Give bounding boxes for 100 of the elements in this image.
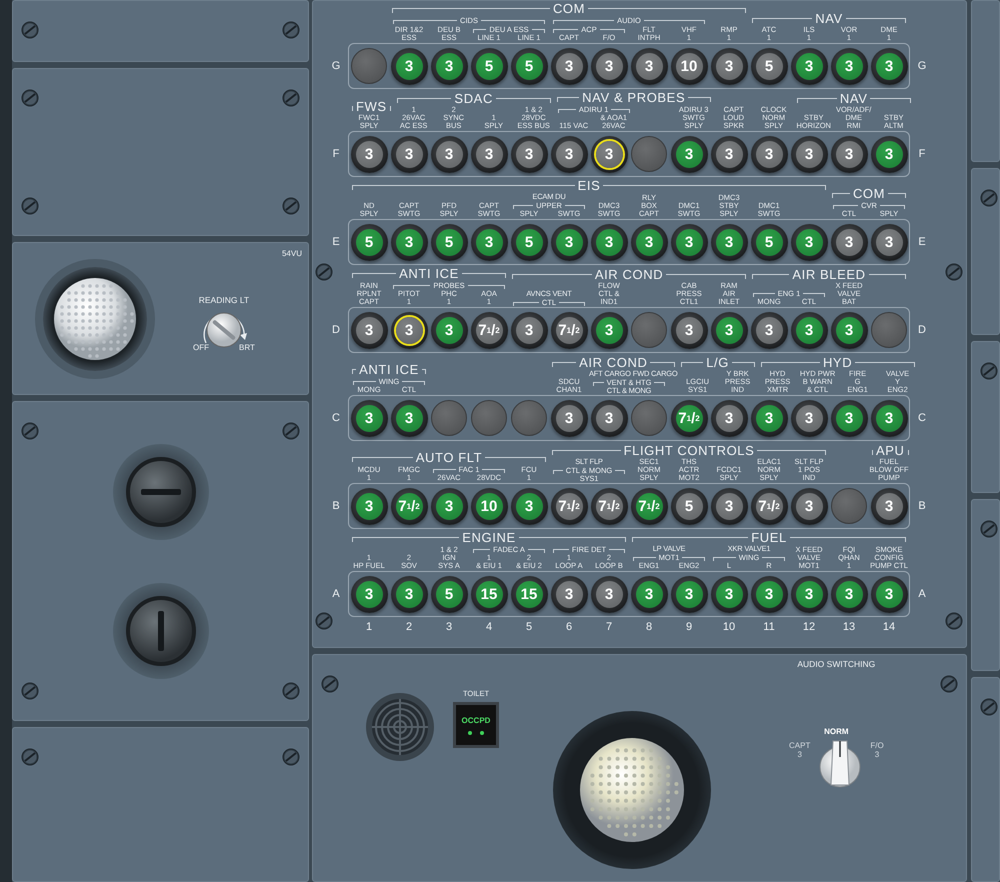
circuit-breaker[interactable]: 3 [750,400,788,436]
reading-light[interactable] [43,266,147,370]
circuit-breaker[interactable]: 3 [790,488,828,524]
circuit-breaker[interactable]: 3 [710,48,748,84]
row-letter: D [331,324,341,336]
circuit-breaker[interactable]: 3 [350,312,388,348]
circuit-breaker[interactable]: 5 [350,224,388,260]
circuit-breaker[interactable]: 3 [430,488,468,524]
circuit-breaker[interactable]: 3 [750,136,788,172]
row-letter: E [917,236,927,248]
circuit-breaker[interactable]: 3 [550,400,588,436]
screw-icon [282,748,300,766]
section-title: COM [832,186,906,200]
circuit-breaker[interactable]: 3 [870,224,908,260]
circuit-breaker[interactable]: 3 [830,136,868,172]
circuit-breaker[interactable]: 3 [390,136,428,172]
circuit-breaker[interactable]: 3 [710,224,748,260]
circuit-breaker[interactable]: 3 [670,576,708,612]
column-number: 14 [882,621,896,633]
circuit-breaker[interactable]: 3 [670,224,708,260]
circuit-breaker[interactable]: 3 [750,576,788,612]
circuit-breaker[interactable]: 3 [830,400,868,436]
circuit-breaker[interactable]: 3 [590,224,628,260]
circuit-breaker[interactable]: 5 [470,48,508,84]
circuit-breaker[interactable]: 5 [430,576,468,612]
circuit-breaker[interactable]: 10 [670,48,708,84]
circuit-breaker[interactable]: 3 [590,312,628,348]
circuit-breaker[interactable]: 3 [790,400,828,436]
circuit-breaker[interactable]: 3 [390,224,428,260]
circuit-breaker[interactable]: 3 [390,576,428,612]
circuit-breaker[interactable]: 3 [510,136,548,172]
circuit-breaker[interactable]: 3 [830,224,868,260]
blank-plug [631,312,667,348]
circuit-breaker[interactable]: 3 [350,488,388,524]
circuit-breaker[interactable]: 3 [830,576,868,612]
circuit-breaker[interactable]: 3 [870,400,908,436]
circuit-breaker[interactable]: 3 [830,312,868,348]
circuit-breaker[interactable]: 3 [630,224,668,260]
circuit-breaker[interactable]: 3 [790,136,828,172]
circuit-breaker[interactable]: 3 [590,576,628,612]
circuit-breaker[interactable]: 3 [790,224,828,260]
screw-icon [282,21,300,39]
circuit-breaker[interactable]: 3 [550,48,588,84]
circuit-breaker[interactable]: 3 [430,48,468,84]
circuit-breaker[interactable]: 3 [710,312,748,348]
selector-position-label: NORM [824,727,849,736]
circuit-breaker[interactable]: 3 [590,136,628,172]
circuit-breaker[interactable]: 5 [750,48,788,84]
circuit-breaker[interactable]: 3 [870,48,908,84]
circuit-breaker[interactable]: 10 [470,488,508,524]
column-number: 6 [564,621,574,633]
circuit-breaker[interactable]: 3 [790,48,828,84]
circuit-breaker[interactable]: 3 [390,312,428,348]
circuit-breaker[interactable]: 3 [550,576,588,612]
circuit-breaker[interactable]: 3 [790,312,828,348]
circuit-breaker[interactable]: 3 [710,576,748,612]
circuit-breaker[interactable]: 3 [790,576,828,612]
circuit-breaker[interactable]: 3 [590,400,628,436]
circuit-breaker[interactable]: 15 [510,576,548,612]
circuit-breaker[interactable]: 3 [350,136,388,172]
circuit-breaker[interactable]: 3 [870,576,908,612]
circuit-breaker[interactable]: 3 [710,488,748,524]
row-letter: A [331,588,341,600]
circuit-breaker[interactable]: 3 [550,224,588,260]
section-title: COM [392,1,746,15]
circuit-breaker[interactable]: 3 [710,400,748,436]
circuit-breaker[interactable]: 3 [350,400,388,436]
circuit-breaker[interactable]: 3 [710,136,748,172]
circuit-breaker[interactable]: 3 [390,48,428,84]
circuit-breaker[interactable]: 3 [350,576,388,612]
circuit-breaker[interactable]: 3 [390,400,428,436]
circuit-breaker[interactable]: 3 [510,312,548,348]
circuit-breaker[interactable]: 5 [750,224,788,260]
circuit-breaker[interactable]: 5 [510,48,548,84]
selector-position-label: F/O 3 [870,741,884,759]
circuit-breaker[interactable]: 3 [630,576,668,612]
circuit-breaker[interactable]: 15 [470,576,508,612]
circuit-breaker[interactable]: 3 [470,136,508,172]
section-title: AUTO FLT [352,450,546,464]
circuit-breaker[interactable]: 3 [550,136,588,172]
circuit-breaker[interactable]: 3 [670,312,708,348]
circuit-breaker[interactable]: 3 [430,136,468,172]
circuit-breaker[interactable]: 3 [750,312,788,348]
circuit-breaker[interactable]: 5 [510,224,548,260]
row-letter: E [331,236,341,248]
circuit-breaker[interactable]: 3 [630,48,668,84]
column-number: 10 [722,621,736,633]
blank-plug [631,136,667,172]
circuit-breaker[interactable]: 3 [830,48,868,84]
circuit-breaker[interactable]: 3 [870,136,908,172]
screw-icon [21,422,39,440]
circuit-breaker[interactable]: 3 [670,136,708,172]
circuit-breaker[interactable]: 3 [470,224,508,260]
off-label: OFF [193,343,209,352]
circuit-breaker[interactable]: 3 [430,312,468,348]
circuit-breaker[interactable]: 3 [510,488,548,524]
circuit-breaker[interactable]: 5 [670,488,708,524]
circuit-breaker[interactable]: 3 [870,488,908,524]
circuit-breaker[interactable]: 3 [590,48,628,84]
circuit-breaker[interactable]: 5 [430,224,468,260]
